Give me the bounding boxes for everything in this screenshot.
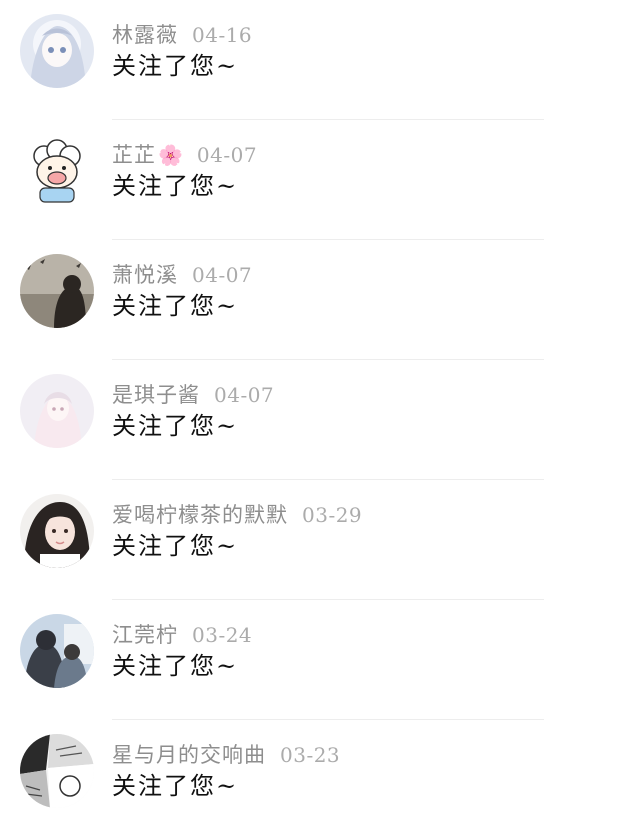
notification-text: 关注了您~ [112, 532, 239, 560]
user-avatar[interactable] [20, 14, 94, 88]
timestamp: 04-16 [192, 23, 253, 47]
notification-header: 芷芷 🌸 04-07 [112, 140, 257, 170]
timestamp: 04-07 [192, 263, 253, 287]
user-avatar[interactable] [20, 374, 94, 448]
cartoon-sheep-icon [20, 134, 94, 208]
pastel-girl-icon [20, 374, 94, 448]
timestamp: 04-07 [196, 143, 258, 167]
timestamp: 03-24 [192, 623, 253, 647]
two-people-icon [20, 614, 94, 688]
username[interactable]: 星与月的交响曲 [112, 743, 266, 767]
notification-row[interactable]: 江莞柠 03-24 关注了您~ [0, 600, 640, 720]
user-avatar[interactable] [20, 134, 94, 208]
girl-silhouette-icon [20, 254, 94, 328]
user-avatar[interactable] [20, 494, 94, 568]
notification-header: 星与月的交响曲 03-23 [112, 740, 340, 770]
user-avatar[interactable] [20, 734, 94, 808]
manga-collage-icon [20, 734, 94, 808]
username[interactable]: 林露薇 [112, 23, 178, 47]
notification-text: 关注了您~ [112, 172, 239, 200]
timestamp: 03-23 [280, 743, 341, 767]
username[interactable]: 萧悦溪 [112, 263, 178, 287]
notification-text: 关注了您~ [112, 652, 239, 680]
notification-text: 关注了您~ [112, 772, 239, 800]
notification-row[interactable]: 爱喝柠檬茶的默默 03-29 关注了您~ [0, 480, 640, 600]
notification-header: 江莞柠 03-24 [112, 620, 252, 650]
username[interactable]: 江莞柠 [112, 623, 178, 647]
notification-row[interactable]: 芷芷 🌸 04-07 关注了您~ [0, 120, 640, 240]
sakura-emoji-icon: 🌸 [158, 143, 183, 167]
notification-text: 关注了您~ [112, 52, 239, 80]
anime-girl-icon [20, 14, 94, 88]
user-avatar[interactable] [20, 614, 94, 688]
notification-text: 关注了您~ [112, 292, 239, 320]
notification-row[interactable]: 林露薇 04-16 关注了您~ [0, 0, 640, 120]
notification-row[interactable]: 是琪子酱 04-07 关注了您~ [0, 360, 640, 480]
notification-header: 是琪子酱 04-07 [112, 380, 274, 410]
username[interactable]: 是琪子酱 [112, 383, 200, 407]
notification-row[interactable]: 星与月的交响曲 03-23 关注了您~ [0, 720, 640, 840]
notification-header: 萧悦溪 04-07 [112, 260, 252, 290]
notification-row[interactable]: 萧悦溪 04-07 关注了您~ [0, 240, 640, 360]
username[interactable]: 芷芷 [112, 143, 156, 167]
username[interactable]: 爱喝柠檬茶的默默 [112, 503, 288, 527]
notification-header: 爱喝柠檬茶的默默 03-29 [112, 500, 362, 530]
notification-header: 林露薇 04-16 [112, 20, 252, 50]
timestamp: 03-29 [302, 503, 363, 527]
timestamp: 04-07 [214, 383, 275, 407]
notification-text: 关注了您~ [112, 412, 239, 440]
selfie-girl-icon [20, 494, 94, 568]
user-avatar[interactable] [20, 254, 94, 328]
